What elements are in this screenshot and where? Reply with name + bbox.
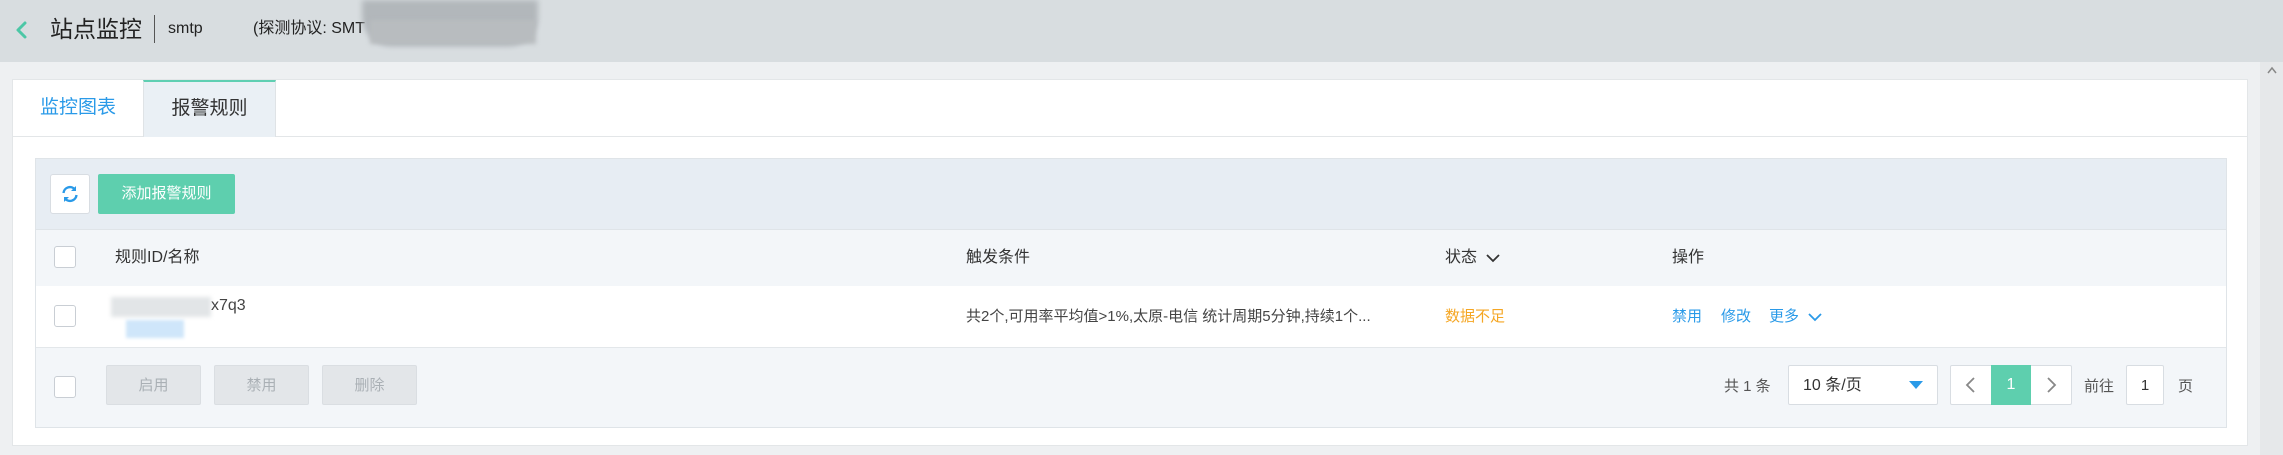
page-unit-label: 页: [2178, 378, 2194, 395]
rules-toolbar: 添加报警规则: [36, 159, 2226, 229]
row-checkbox[interactable]: [54, 305, 76, 327]
chevron-right-icon: [2047, 377, 2057, 393]
column-header-status[interactable]: 状态: [1445, 230, 1501, 286]
total-count: 共 1 条: [1724, 378, 1771, 395]
chevron-down-icon: [1486, 254, 1501, 263]
title-divider: [154, 15, 155, 43]
chevron-down-icon: [1808, 313, 1822, 322]
main-panel: 监控图表 报警规则 添加报警规则 规则ID/名称 触发条件 状态 操作 x7q3…: [12, 79, 2248, 446]
tab-alert-rules[interactable]: 报警规则: [143, 80, 276, 137]
table-row: x7q3 共2个,可用率平均值>1%,太原-电信 统计周期5分钟,持续1个...…: [36, 286, 2226, 348]
caret-down-icon: [1909, 381, 1923, 389]
scrollbar-track[interactable]: [2260, 62, 2283, 455]
column-header-status-label: 状态: [1445, 249, 1478, 266]
page-size-select[interactable]: 10 条/页: [1788, 365, 1938, 405]
rules-content: 添加报警规则 规则ID/名称 触发条件 状态 操作 x7q3 共2个,可用率平均…: [35, 158, 2227, 428]
prev-page-button[interactable]: [1951, 366, 1991, 404]
next-page-button[interactable]: [2031, 366, 2071, 404]
tab-bar: 监控图表 报警规则: [13, 80, 2247, 137]
rule-name-link[interactable]: [126, 320, 184, 338]
column-header-condition: 触发条件: [966, 249, 1031, 266]
redaction-mask: [370, 20, 536, 44]
page-number-current[interactable]: 1: [1991, 365, 2031, 405]
more-link[interactable]: 更多: [1769, 306, 1823, 328]
more-link-label: 更多: [1769, 308, 1800, 325]
column-header-action: 操作: [1672, 249, 1705, 266]
rule-id: x7q3: [211, 297, 246, 314]
delete-button[interactable]: 删除: [322, 365, 417, 405]
footer-select-all-checkbox[interactable]: [54, 376, 76, 398]
select-all-checkbox[interactable]: [54, 246, 76, 268]
scroll-up-icon[interactable]: [2267, 66, 2277, 74]
site-name: smtp: [168, 20, 203, 37]
tab-monitor-chart[interactable]: 监控图表: [13, 80, 143, 136]
goto-label: 前往: [2084, 378, 2115, 395]
disable-button[interactable]: 禁用: [214, 365, 309, 405]
page-size-label: 10 条/页: [1803, 377, 1862, 394]
protocol-text: (探测协议: SMT: [253, 20, 365, 37]
enable-button[interactable]: 启用: [106, 365, 201, 405]
refresh-icon: [62, 185, 78, 203]
column-header-name: 规则ID/名称: [115, 249, 200, 266]
table-header: 规则ID/名称 触发条件 状态 操作: [36, 229, 2226, 287]
modify-link[interactable]: 修改: [1721, 306, 1751, 328]
goto-page-input[interactable]: [2126, 365, 2164, 405]
refresh-button[interactable]: [50, 174, 90, 214]
page-title: 站点监控: [50, 16, 142, 42]
pagination: 1: [1950, 365, 2072, 405]
table-footer: 启用 禁用 删除 共 1 条 10 条/页 1 前往 页: [36, 348, 2226, 427]
back-icon[interactable]: [10, 16, 34, 44]
add-alert-rule-button[interactable]: 添加报警规则: [98, 174, 235, 214]
disable-link[interactable]: 禁用: [1672, 306, 1702, 328]
chevron-left-icon: [1965, 377, 1975, 393]
trigger-condition: 共2个,可用率平均值>1%,太原-电信 统计周期5分钟,持续1个...: [966, 308, 1371, 325]
status-badge: 数据不足: [1445, 308, 1506, 325]
top-header: 站点监控 smtp (探测协议: SMT: [0, 0, 2283, 62]
redaction-mask: [111, 297, 211, 317]
